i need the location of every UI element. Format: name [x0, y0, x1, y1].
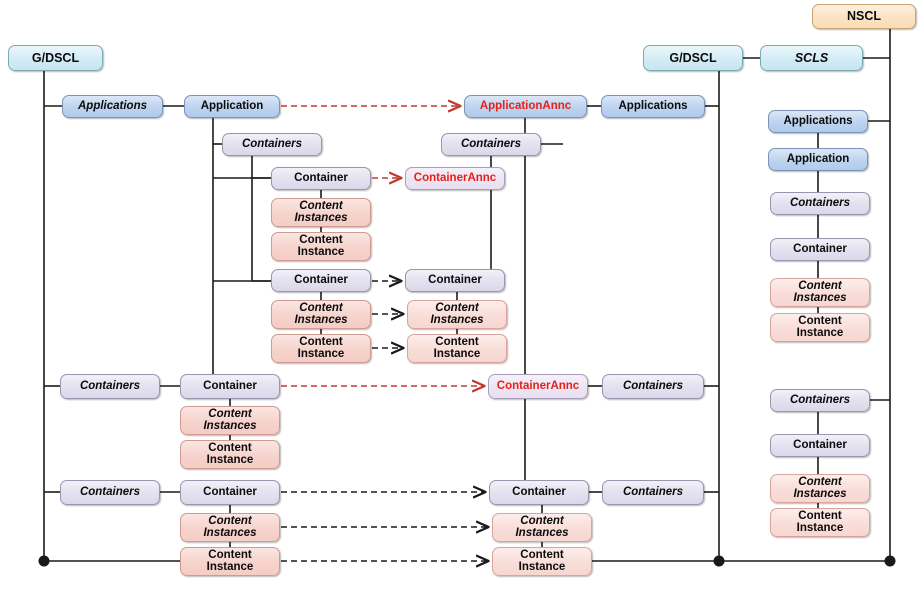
node-content-instances[interactable]: Content Instances [770, 278, 870, 307]
node-containers[interactable]: Containers [441, 133, 541, 156]
node-container[interactable]: Container [489, 480, 589, 505]
node-content-instances[interactable]: Content Instances [271, 300, 371, 329]
node-applications[interactable]: Applications [62, 95, 163, 118]
node-container[interactable]: Container [770, 434, 870, 457]
node-content-instance[interactable]: Content Instance [770, 508, 870, 537]
node-nscl[interactable]: NSCL [812, 4, 916, 29]
node-g/dscl[interactable]: G/DSCL [643, 45, 743, 71]
node-containers[interactable]: Containers [60, 374, 160, 399]
node-content-instance[interactable]: Content Instance [271, 334, 371, 363]
node-containers[interactable]: Containers [60, 480, 160, 505]
node-content-instance[interactable]: Content Instance [407, 334, 507, 363]
node-g/dscl[interactable]: G/DSCL [8, 45, 103, 71]
node-content-instance[interactable]: Content Instance [180, 547, 280, 576]
node-content-instances[interactable]: Content Instances [492, 513, 592, 542]
node-containers[interactable]: Containers [602, 480, 704, 505]
node-applications[interactable]: Applications [601, 95, 705, 118]
node-container[interactable]: Container [271, 269, 371, 292]
node-application[interactable]: Application [184, 95, 280, 118]
node-scls[interactable]: SCLS [760, 45, 863, 71]
node-content-instances[interactable]: Content Instances [271, 198, 371, 227]
node-containers[interactable]: Containers [770, 389, 870, 412]
node-content-instance[interactable]: Content Instance [271, 232, 371, 261]
node-application[interactable]: Application [768, 148, 868, 171]
node-containerannc[interactable]: ContainerAnnc [405, 167, 505, 190]
node-content-instances[interactable]: Content Instances [180, 406, 280, 435]
node-container[interactable]: Container [180, 480, 280, 505]
node-containerannc[interactable]: ContainerAnnc [488, 374, 588, 399]
node-container[interactable]: Container [770, 238, 870, 261]
node-content-instances[interactable]: Content Instances [180, 513, 280, 542]
node-container[interactable]: Container [180, 374, 280, 399]
node-content-instance[interactable]: Content Instance [180, 440, 280, 469]
node-container[interactable]: Container [405, 269, 505, 292]
node-applications[interactable]: Applications [768, 110, 868, 133]
node-content-instances[interactable]: Content Instances [770, 474, 870, 503]
node-applicationannc[interactable]: ApplicationAnnc [464, 95, 587, 118]
node-content-instance[interactable]: Content Instance [770, 313, 870, 342]
node-content-instance[interactable]: Content Instance [492, 547, 592, 576]
node-content-instances[interactable]: Content Instances [407, 300, 507, 329]
node-container[interactable]: Container [271, 167, 371, 190]
node-containers[interactable]: Containers [222, 133, 322, 156]
diagram-canvas: G/DSCL Applications Application Application… [0, 0, 919, 589]
node-containers[interactable]: Containers [770, 192, 870, 215]
node-containers[interactable]: Containers [602, 374, 704, 399]
